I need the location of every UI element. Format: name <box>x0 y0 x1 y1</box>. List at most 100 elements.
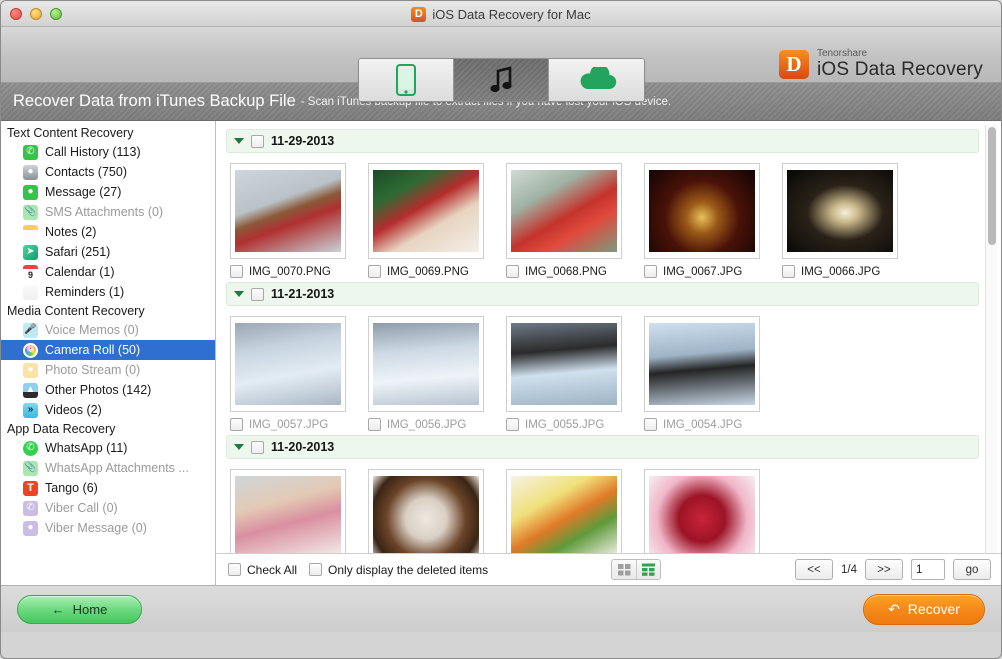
thumbnail-label[interactable]: IMG_0068.PNG <box>506 265 622 278</box>
only-deleted-checkbox[interactable] <box>309 563 322 576</box>
next-page-button[interactable]: >> <box>865 559 903 580</box>
tab-itunes-backup[interactable] <box>454 59 549 101</box>
thumbnail-image-box[interactable] <box>368 469 484 553</box>
sidebar-item-calendar-1[interactable]: 9Calendar (1) <box>1 262 215 282</box>
list-view-button[interactable] <box>612 560 636 579</box>
go-button[interactable]: go <box>953 559 991 580</box>
tab-device[interactable] <box>359 59 454 101</box>
phone-icon: ✆ <box>23 145 38 160</box>
sidebar-item-whatsapp-11[interactable]: ✆WhatsApp (11) <box>1 438 215 458</box>
thumbnail-image <box>787 170 893 252</box>
thumbnail-cell: IMG_0067.JPG <box>644 163 760 278</box>
thumbnail-label[interactable]: IMG_0070.PNG <box>230 265 346 278</box>
sidebar-item-message-27[interactable]: ●Message (27) <box>1 182 215 202</box>
window-title: iOS Data Recovery for Mac <box>432 7 590 22</box>
thumbnail-label[interactable]: IMG_0066.JPG <box>782 265 898 278</box>
date-group-checkbox[interactable] <box>251 441 264 454</box>
thumbnail-image-box[interactable] <box>230 163 346 259</box>
sidebar-item-voice-memos-0[interactable]: 🎤Voice Memos (0) <box>1 320 215 340</box>
brand-text: Tenorshare iOS Data Recovery <box>817 49 983 79</box>
sidebar-item-sms-attachments-0[interactable]: 📎SMS Attachments (0) <box>1 202 215 222</box>
sidebar-item-other-photos-142[interactable]: ▲Other Photos (142) <box>1 380 215 400</box>
sidebar-item-camera-roll-50[interactable]: ❁Camera Roll (50) <box>1 340 215 360</box>
brand-logo-letter: D <box>786 54 801 75</box>
sidebar-item-videos-2[interactable]: »Videos (2) <box>1 400 215 420</box>
sidebar-item-viber-call-0[interactable]: ✆Viber Call (0) <box>1 498 215 518</box>
thumbnail-label[interactable]: IMG_0055.JPG <box>506 418 622 431</box>
thumbnail-filename: IMG_0055.JPG <box>525 419 604 431</box>
only-deleted-control[interactable]: Only display the deleted items <box>309 563 488 577</box>
scrollbar-thumb[interactable] <box>988 127 996 245</box>
thumbnail-checkbox[interactable] <box>230 265 243 278</box>
thumbnail-label[interactable]: IMG_0057.JPG <box>230 418 346 431</box>
thumbnail-image-box[interactable] <box>506 316 622 412</box>
thumbnail-checkbox[interactable] <box>506 265 519 278</box>
date-group-label: 11-20-2013 <box>271 440 334 454</box>
thumbnail-filename: IMG_0069.PNG <box>387 266 469 278</box>
thumbnail-checkbox[interactable] <box>506 418 519 431</box>
recover-button[interactable]: ↶ Recover <box>863 594 985 625</box>
thumbnail-image-box[interactable] <box>782 163 898 259</box>
thumbnail-filename: IMG_0068.PNG <box>525 266 607 278</box>
sidebar-item-call-history-113[interactable]: ✆Call History (113) <box>1 142 215 162</box>
sidebar-item-photo-stream-0[interactable]: ●Photo Stream (0) <box>1 360 215 380</box>
thumbnail-image-box[interactable] <box>506 163 622 259</box>
thumbnail-label[interactable]: IMG_0056.JPG <box>368 418 484 431</box>
thumbnail-image-box[interactable] <box>644 316 760 412</box>
thumbnail-checkbox[interactable] <box>782 265 795 278</box>
option-bar: Check All Only display the deleted items <box>216 553 1001 585</box>
sidebar-item-safari-251[interactable]: ➤Safari (251) <box>1 242 215 262</box>
page-number-input[interactable] <box>911 559 945 580</box>
thumbnail-image-box[interactable] <box>644 163 760 259</box>
thumbnail-label[interactable]: IMG_0067.JPG <box>644 265 760 278</box>
grid-view-button[interactable] <box>636 560 660 579</box>
thumbnail-checkbox[interactable] <box>644 265 657 278</box>
sidebar-item-label: WhatsApp Attachments ... <box>45 461 189 475</box>
thumbnail-image-box[interactable] <box>368 316 484 412</box>
view-mode-toggle <box>611 559 661 580</box>
thumbnail-image-box[interactable] <box>506 469 622 553</box>
home-button[interactable]: ← Home <box>17 595 142 624</box>
date-group-checkbox[interactable] <box>251 135 264 148</box>
check-all-checkbox[interactable] <box>228 563 241 576</box>
sidebar-item-reminders-1[interactable]: Reminders (1) <box>1 282 215 302</box>
thumbnail-checkbox[interactable] <box>368 265 381 278</box>
thumbnail-checkbox[interactable] <box>368 418 381 431</box>
sidebar-item-label: Tango (6) <box>45 481 98 495</box>
content-scrollbar[interactable] <box>985 125 997 577</box>
thumbnail-label[interactable]: IMG_0069.PNG <box>368 265 484 278</box>
thumbnail-image-box[interactable] <box>644 469 760 553</box>
thumbnail-cell: IMG_0066.JPG <box>782 163 898 278</box>
check-all-control[interactable]: Check All <box>228 563 297 577</box>
prev-page-button[interactable]: << <box>795 559 833 580</box>
sidebar-item-label: Photo Stream (0) <box>45 363 140 377</box>
tab-icloud-backup[interactable] <box>549 59 644 101</box>
thumbnail-image-box[interactable] <box>368 163 484 259</box>
thumbnail-image-box[interactable] <box>230 316 346 412</box>
app-logo-icon: D <box>411 7 426 22</box>
chevron-down-icon[interactable] <box>234 138 244 144</box>
date-group-header[interactable]: 11-29-2013 <box>226 129 979 153</box>
sidebar-item-notes-2[interactable]: Notes (2) <box>1 222 215 242</box>
thumbnail-cell: IMG_0069.PNG <box>368 163 484 278</box>
sidebar-item-contacts-750[interactable]: ●Contacts (750) <box>1 162 215 182</box>
thumbnail-checkbox[interactable] <box>644 418 657 431</box>
date-group-checkbox[interactable] <box>251 288 264 301</box>
sidebar-item-whatsapp-attachments[interactable]: 📎WhatsApp Attachments ... <box>1 458 215 478</box>
thumbnail-filename: IMG_0070.PNG <box>249 266 331 278</box>
thumbnail-filename: IMG_0067.JPG <box>663 266 742 278</box>
date-group-header[interactable]: 11-21-2013 <box>226 282 979 306</box>
sidebar-item-viber-message-0[interactable]: ●Viber Message (0) <box>1 518 215 538</box>
viber-call-icon: ✆ <box>23 501 38 516</box>
thumbnail-image-box[interactable] <box>230 469 346 553</box>
thumbnail-checkbox[interactable] <box>230 418 243 431</box>
chevron-down-icon[interactable] <box>234 444 244 450</box>
recover-button-label: Recover <box>908 601 960 617</box>
chevron-down-icon[interactable] <box>234 291 244 297</box>
thumbnail-row <box>226 469 979 553</box>
message-icon: ● <box>23 185 38 200</box>
thumbnail-cell: IMG_0054.JPG <box>644 316 760 431</box>
date-group-header[interactable]: 11-20-2013 <box>226 435 979 459</box>
sidebar-item-tango-6[interactable]: TTango (6) <box>1 478 215 498</box>
thumbnail-label[interactable]: IMG_0054.JPG <box>644 418 760 431</box>
